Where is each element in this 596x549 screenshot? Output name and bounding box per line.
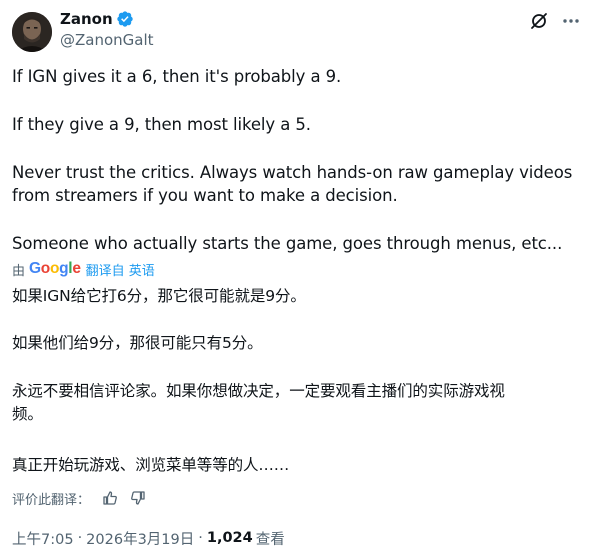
google-logo: Google (29, 260, 81, 277)
translated-text-line: 如果IGN给它打6分，那它很可能就是9分。 (12, 287, 306, 305)
author-display-name[interactable]: Zanon (60, 9, 113, 29)
tweet-text-line: If they give a 9, then most likely a 5. (12, 115, 311, 134)
translated-by-google: 由 Google 翻译自 英语 (12, 259, 155, 279)
tweet-meta: 上午7:05 · 2026年3月19日 · 1,024 查看 (12, 528, 285, 548)
more-options-icon[interactable] (560, 10, 582, 32)
tweet-text-paragraph: Never trust the critics. Always watch ha… (12, 163, 573, 205)
header-actions (528, 10, 582, 32)
thumbs-up-icon[interactable] (102, 490, 118, 506)
translated-text-paragraph: 永远不要相信评论家。如果你想做决定，一定要观看主播们的实际游戏视 频。 (12, 382, 505, 423)
translated-text-line: 如果他们给9分，那很可能只有5分。 (12, 334, 263, 352)
views-count: 1,024 (206, 530, 253, 546)
views-label: 查看 (255, 531, 285, 548)
translated-from-link[interactable]: 翻译自 英语 (86, 260, 155, 279)
author-name-row: Zanon (60, 9, 134, 29)
author-handle[interactable]: @ZanonGalt (60, 30, 154, 50)
translated-text-line: 真正开始玩游戏、浏览菜单等等的人…… (12, 456, 290, 474)
thumbs-down-icon[interactable] (130, 490, 146, 506)
tweet-text-line: If IGN gives it a 6, then it's probably … (12, 67, 342, 86)
rate-translation: 评价此翻译： (12, 488, 146, 508)
meta-separator: · (198, 530, 203, 546)
avatar[interactable] (12, 12, 52, 52)
tweet-date[interactable]: 2026年3月19日 (86, 528, 194, 549)
tweet: Zanon @ZanonGalt If IGN gives it a 6, th… (0, 0, 596, 548)
translated-by-prefix: 由 (12, 263, 26, 279)
tweet-time[interactable]: 上午7:05 (12, 528, 74, 549)
grok-icon[interactable] (528, 10, 550, 32)
meta-separator: · (77, 530, 83, 546)
verified-badge-icon (116, 10, 134, 28)
tweet-text-truncated: Someone who actually starts the game, go… (12, 234, 563, 253)
rate-translation-label: 评价此翻译： (12, 492, 91, 508)
